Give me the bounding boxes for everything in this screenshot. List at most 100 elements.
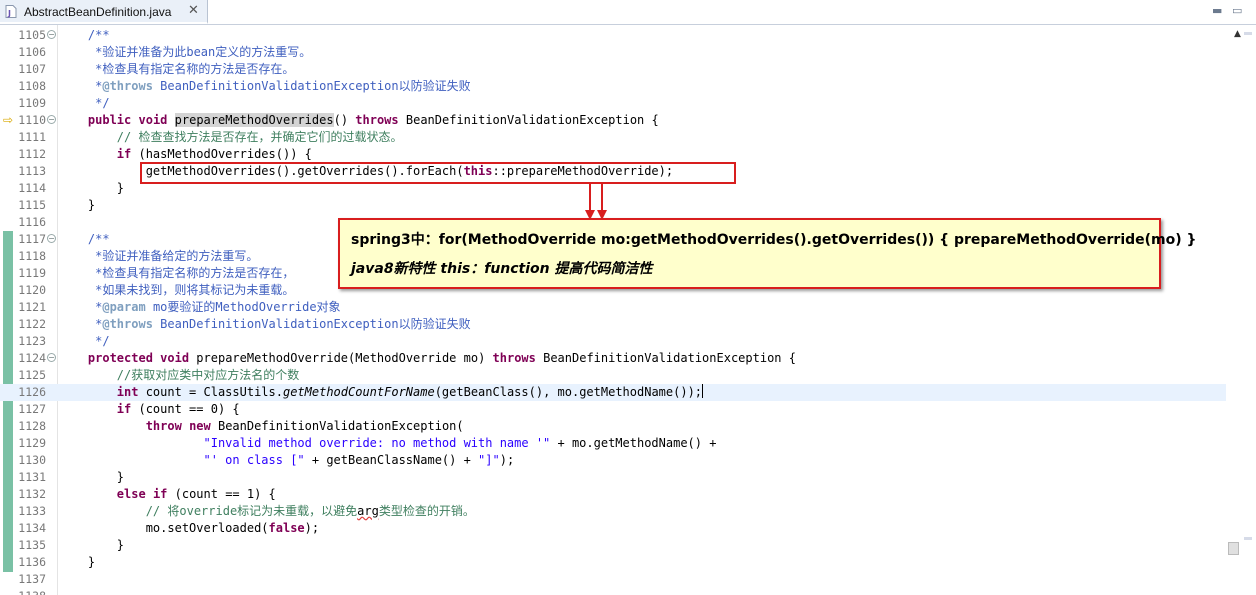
code-line[interactable]: 1123 */	[0, 333, 1226, 350]
code-line[interactable]: 1131 }	[0, 469, 1226, 486]
code-line[interactable]: 1132 else if (count == 1) {	[0, 486, 1226, 503]
code-token: (hasMethodOverrides()) {	[131, 147, 312, 161]
code-text: *检查具有指定名称的方法是否存在。	[59, 61, 294, 78]
code-token: + getBeanClassName() +	[304, 453, 479, 467]
code-line[interactable]: 1122 *@throws BeanDefinitionValidationEx…	[0, 316, 1226, 333]
vertical-scrollbar[interactable]: ▲	[1226, 25, 1256, 595]
tab-title: AbstractBeanDefinition.java	[24, 5, 172, 19]
line-number: 1108	[18, 79, 46, 93]
code-token: BeanDefinitionValidationException(	[210, 419, 464, 433]
code-line[interactable]: 1135 }	[0, 537, 1226, 554]
line-number: 1115	[18, 198, 46, 212]
editor-tab[interactable]: J AbstractBeanDefinition.java ✕	[0, 0, 208, 24]
fold-toggle-icon[interactable]: −	[47, 30, 56, 39]
code-token: );	[304, 521, 320, 535]
code-text: *检查具有指定名称的方法是否存在，	[59, 265, 294, 282]
code-text: if (hasMethodOverrides()) {	[59, 146, 312, 163]
code-token: *	[59, 300, 103, 314]
code-token: );	[499, 453, 515, 467]
code-line[interactable]: 1130 "' on class [" + getBeanClassName()…	[0, 452, 1226, 469]
line-number: 1130	[18, 453, 46, 467]
code-line[interactable]: 1127 if (count == 0) {	[0, 401, 1226, 418]
code-text: // 将override标记为未重载，以避免arg类型检查的开销。	[59, 503, 475, 520]
code-token: }	[59, 181, 125, 195]
maximize-icon[interactable]: ▭	[1232, 4, 1242, 17]
java-file-icon: J	[5, 5, 17, 18]
fold-toggle-icon[interactable]: −	[47, 353, 56, 362]
fold-toggle-icon[interactable]: −	[47, 234, 56, 243]
code-line[interactable]: 1121 *@param mo要验证的MethodOverride对象	[0, 299, 1226, 316]
code-token: @throws	[102, 79, 153, 93]
code-line[interactable]: 1106 *验证并准备为此bean定义的方法重写。	[0, 44, 1226, 61]
code-text: }	[59, 197, 95, 214]
code-text: *如果未找到，则将其标记为未重载。	[59, 282, 294, 299]
line-number: 1129	[18, 436, 46, 450]
code-line[interactable]: 1134 mo.setOverloaded(false);	[0, 520, 1226, 537]
close-icon[interactable]: ✕	[188, 3, 199, 18]
code-text: /**	[59, 27, 110, 44]
line-number: 1109	[18, 96, 46, 110]
scrollbar-thumb[interactable]	[1228, 542, 1239, 555]
code-line[interactable]: 1125 //获取对应类中对应方法名的个数	[0, 367, 1226, 384]
code-line[interactable]: 1133 // 将override标记为未重载，以避免arg类型检查的开销。	[0, 503, 1226, 520]
line-number: 1111	[18, 130, 46, 144]
svg-text:J: J	[7, 9, 11, 18]
code-token: //获取对应类中对应方法名的个数	[59, 368, 300, 382]
code-text: *@throws BeanDefinitionValidationExcepti…	[59, 316, 470, 333]
code-token: "' on class ["	[203, 453, 305, 467]
code-token: prepareMethodOverrides	[174, 113, 334, 127]
code-text: *@throws BeanDefinitionValidationExcepti…	[59, 78, 470, 95]
line-number: 1112	[18, 147, 46, 161]
current-instruction-arrow-icon: ⇨	[3, 113, 14, 127]
line-number: 1106	[18, 45, 46, 59]
line-number: 1107	[18, 62, 46, 76]
code-line[interactable]: 1129 "Invalid method override: no method…	[0, 435, 1226, 452]
code-line[interactable]: 1112 if (hasMethodOverrides()) {	[0, 146, 1226, 163]
code-line[interactable]: 1124− protected void prepareMethodOverri…	[0, 350, 1226, 367]
line-number: 1105	[18, 28, 46, 42]
code-token: }	[59, 470, 125, 484]
code-token: (getBeanClass(), mo.getMethodName());	[434, 385, 703, 399]
minimize-icon[interactable]: ▬	[1212, 4, 1222, 17]
annotation-line-2: java8新特性 this：function 提高代码简洁性	[351, 261, 653, 277]
code-text: }	[59, 180, 124, 197]
code-token: if	[116, 402, 132, 416]
chevron-up-icon[interactable]: ▲	[1234, 29, 1241, 39]
code-text: public void prepareMethodOverrides() thr…	[59, 112, 659, 129]
code-line[interactable]: 1128 throw new BeanDefinitionValidationE…	[0, 418, 1226, 435]
code-line[interactable]: 1107 *检查具有指定名称的方法是否存在。	[0, 61, 1226, 78]
line-number: 1128	[18, 419, 46, 433]
line-number: 1137	[18, 572, 46, 586]
code-token: new	[189, 419, 211, 433]
code-text: }	[59, 469, 124, 486]
code-text: */	[59, 95, 109, 112]
line-number: 1134	[18, 521, 46, 535]
code-line[interactable]: 1136 }	[0, 554, 1226, 571]
line-number: 1133	[18, 504, 46, 518]
code-token: else	[116, 487, 146, 501]
code-editor[interactable]: 1105− /** 1106 *验证并准备为此bean定义的方法重写。 1107 *…	[0, 25, 1256, 595]
code-text: //获取对应类中对应方法名的个数	[59, 367, 299, 384]
code-token: arg	[357, 504, 379, 518]
code-line[interactable]: 1108 *@throws BeanDefinitionValidationEx…	[0, 78, 1226, 95]
code-line[interactable]: 1126 int count = ClassUtils.getMethodCou…	[0, 384, 1226, 401]
line-number: 1124	[18, 351, 46, 365]
code-line[interactable]: 1105− /**	[0, 27, 1226, 44]
code-token: false	[268, 521, 305, 535]
code-line[interactable]: ⇨ 1110− public void prepareMethodOverride…	[0, 112, 1226, 129]
code-line[interactable]: 1109 */	[0, 95, 1226, 112]
line-number: 1125	[18, 368, 46, 382]
code-line[interactable]: 1111 // 检查查找方法是否存在，并确定它们的过载状态。	[0, 129, 1226, 146]
code-token: (count == 1) {	[167, 487, 276, 501]
highlight-box	[140, 162, 736, 184]
code-token: count = ClassUtils.	[138, 385, 283, 399]
line-number: 1113	[18, 164, 46, 178]
code-token: (count == 0) {	[131, 402, 240, 416]
code-line[interactable]: 1138	[0, 588, 1226, 595]
code-line[interactable]: 1137	[0, 571, 1226, 588]
code-text: protected void prepareMethodOverride(Met…	[59, 350, 796, 367]
fold-toggle-icon[interactable]: −	[47, 115, 56, 124]
